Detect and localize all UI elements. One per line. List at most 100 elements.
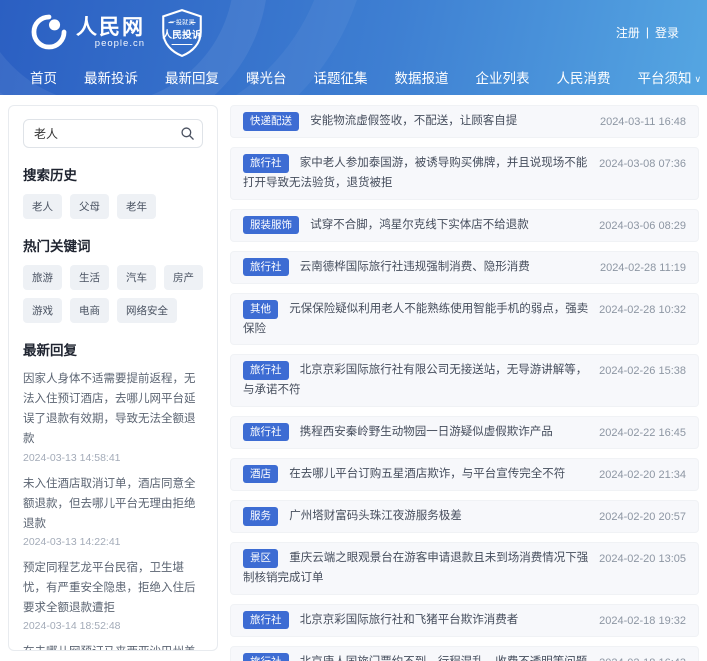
- category-badge: 旅行社: [243, 154, 289, 173]
- search-history-tag[interactable]: 老人: [23, 194, 62, 219]
- hot-keyword-tag[interactable]: 生活: [70, 265, 109, 290]
- category-badge: 旅行社: [243, 361, 289, 380]
- hot-keyword-tags: 旅游 生活 汽车 房产游戏 电商 网络安全: [23, 265, 203, 323]
- complaint-row[interactable]: 2024-02-20 13:05 景区 重庆云端之眼观景台在游客申请退款且未到场…: [230, 542, 699, 595]
- complaint-row[interactable]: 2024-02-18 16:43 旅行社 北京唐人国旅门票约不到、行程混乱、收费…: [230, 645, 699, 661]
- complaint-title[interactable]: 试穿不合脚，鸿星尔克线下实体店不给退款: [310, 219, 529, 231]
- complaint-date: 2024-02-20 13:05: [599, 553, 686, 566]
- nav-data-report[interactable]: 数据报道: [395, 67, 449, 87]
- reply-item[interactable]: 未入住酒店取消订单，酒店同意全额退款，但去哪儿平台无理由拒绝退款 2024-03…: [23, 474, 203, 548]
- auth-links: 注册 | 登录: [616, 24, 679, 41]
- sidebar: 搜索历史 老人父母老年 热门关键词 旅游生活汽车房产游戏电商网络安全 最新回复 …: [8, 105, 218, 651]
- shield-title-text: 人民投诉: [162, 28, 202, 41]
- complaint-row[interactable]: 2024-02-26 15:38 旅行社 北京京彩国际旅行社有限公司无接送站，无…: [230, 354, 699, 407]
- search-history-tag[interactable]: 父母: [70, 194, 109, 219]
- hot-keyword-tag[interactable]: 汽车: [117, 265, 156, 290]
- reply-item[interactable]: 因家人身体不适需要提前返程，无法入住预订酒店，去哪儿网平台延误了退款有效期，导致…: [23, 369, 203, 464]
- complaint-row[interactable]: 2024-02-22 16:45 旅行社 携程西安秦岭野生动物园一日游疑似虚假欺…: [230, 415, 699, 449]
- reply-item[interactable]: 预定同程艺龙平台民宿，卫生堪忧，有严重安全隐患，拒绝入住后要求全额退款遭拒 20…: [23, 558, 203, 632]
- category-badge: 旅行社: [243, 257, 289, 277]
- complaint-date: 2024-02-28 10:32: [599, 304, 686, 316]
- people-cn-logo-icon[interactable]: [30, 13, 68, 51]
- nav-platform-notice[interactable]: 平台须知 ∨: [638, 67, 702, 87]
- people-cn-logo-text[interactable]: 人民网 people.cn: [76, 16, 145, 49]
- reply-date: 2024-03-13 14:22:41: [23, 535, 121, 548]
- complaint-date: 2024-02-18 19:32: [599, 614, 686, 627]
- shield-slogan-text: 一投就灵: [170, 18, 196, 27]
- nav-company-list[interactable]: 企业列表: [476, 67, 530, 87]
- header-top-row: 人民网 people.cn 一投就灵 人民投诉 注册 | 登录: [0, 0, 707, 60]
- category-badge: 旅行社: [243, 652, 289, 661]
- hot-keyword-tag[interactable]: 网络安全: [117, 298, 177, 323]
- complaint-row[interactable]: 2024-02-18 19:32 旅行社 北京京彩国际旅行社和飞猪平台欺诈消费者: [230, 603, 699, 637]
- complaint-date: 2024-02-22 16:45: [599, 426, 686, 439]
- category-badge: 其他: [243, 300, 278, 319]
- complaint-row[interactable]: 2024-03-08 07:36 旅行社 家中老人参加泰国游，被诱导购买佛牌，并…: [230, 147, 699, 200]
- complaint-date: 2024-02-20 20:57: [599, 511, 686, 523]
- latest-replies-list: 因家人身体不适需要提前返程，无法入住预订酒店，去哪儿网平台延误了退款有效期，导致…: [23, 369, 203, 650]
- category-badge: 旅行社: [243, 422, 289, 442]
- complaint-title[interactable]: 北京唐人国旅门票约不到、行程混乱、收费不透明等问题: [300, 656, 588, 661]
- complaint-date: 2024-03-08 07:36: [599, 158, 686, 171]
- complaint-title[interactable]: 云南德桦国际旅行社违规强制消费、隐形消费: [300, 261, 530, 273]
- main-nav: 首页 最新投诉 最新回复 曝光台 话题征集 数据报道 企业列表 人民消费 平台须…: [0, 60, 707, 93]
- category-badge: 景区: [243, 549, 278, 568]
- latest-replies-title: 最新回复: [23, 343, 77, 358]
- category-badge: 服装服饰: [243, 215, 299, 235]
- complaint-row[interactable]: 2024-03-11 16:48 快递配送 安能物流虚假签收，不配送，让顾客自提: [230, 105, 699, 139]
- complaint-title[interactable]: 家中老人参加泰国游，被诱导购买佛牌，并且说现场不能打开导致无法验货，退货被拒: [243, 157, 587, 189]
- nav-exposure[interactable]: 曝光台: [246, 67, 287, 87]
- search-history-tags: 老人 父母 老年: [23, 194, 203, 219]
- complaint-date: 2024-02-18 16:43: [599, 654, 686, 661]
- hot-keyword-tag[interactable]: 游戏: [23, 298, 62, 323]
- complaint-row[interactable]: 2024-02-20 20:57 服务 广州塔财富码头珠江夜游服务极差: [230, 500, 699, 534]
- complaint-row[interactable]: 2024-02-20 21:34 酒店 在去哪儿平台订购五星酒店欺诈，与平台宣传…: [230, 457, 699, 491]
- complaint-date: 2024-02-28 11:19: [599, 261, 686, 274]
- hot-keywords-title: 热门关键词: [23, 239, 91, 254]
- category-badge: 酒店: [243, 464, 278, 484]
- nav-home[interactable]: 首页: [30, 67, 57, 87]
- login-link[interactable]: 登录: [655, 24, 679, 41]
- category-badge: 快递配送: [243, 112, 299, 131]
- reply-item[interactable]: 在去哪儿网预订马来西亚沙巴州美人鱼岛JSK度假村一晚行程，孩子发烧无法登岛，并且…: [23, 642, 203, 650]
- reply-text: 在去哪儿网预订马来西亚沙巴州美人鱼岛JSK度假村一晚行程，孩子发烧无法登岛，并且…: [23, 642, 203, 650]
- complaint-title[interactable]: 重庆云端之眼观景台在游客申请退款且未到场消费情况下强制核销完成订单: [243, 552, 588, 584]
- people-complaints-shield-badge[interactable]: 一投就灵 人民投诉: [159, 8, 205, 58]
- category-badge: 服务: [243, 507, 278, 526]
- reply-text: 预定同程艺龙平台民宿，卫生堪忧，有严重安全隐患，拒绝入住后要求全额退款遭拒: [23, 561, 196, 615]
- nav-platform-notice-label: 平台须知: [637, 70, 692, 86]
- complaint-title[interactable]: 在去哪儿平台订购五星酒店欺诈，与平台宣传完全不符: [289, 468, 565, 480]
- hot-keyword-tag[interactable]: 旅游: [23, 265, 62, 290]
- complaint-row[interactable]: 2024-03-06 08:29 服装服饰 试穿不合脚，鸿星尔克线下实体店不给退…: [230, 208, 699, 242]
- search-input[interactable]: [23, 119, 203, 148]
- search-box: [23, 119, 203, 148]
- complaint-date: 2024-02-26 15:38: [599, 365, 686, 378]
- complaint-title[interactable]: 携程西安秦岭野生动物园一日游疑似虚假欺诈产品: [300, 426, 553, 438]
- search-history-tag[interactable]: 老年: [117, 194, 156, 219]
- complaint-title[interactable]: 广州塔财富码头珠江夜游服务极差: [289, 510, 462, 522]
- complaint-row[interactable]: 2024-02-28 10:32 其他 元保保险疑似利用老人不能熟练使用智能手机…: [230, 293, 699, 346]
- page-body: 搜索历史 老人父母老年 热门关键词 旅游生活汽车房产游戏电商网络安全 最新回复 …: [0, 95, 707, 661]
- complaint-row[interactable]: 2024-02-28 11:19 旅行社 云南德桦国际旅行社违规强制消费、隐形消…: [230, 250, 699, 284]
- search-icon[interactable]: [180, 126, 195, 141]
- logo-cn-text: 人民网: [76, 13, 145, 39]
- complaint-list: 2024-03-11 16:48 快递配送 安能物流虚假签收，不配送，让顾客自提…: [230, 105, 699, 661]
- reply-date: 2024-03-13 14:58:41: [23, 451, 121, 464]
- site-header: 人民网 people.cn 一投就灵 人民投诉 注册 | 登录 首页 最新投诉 …: [0, 0, 707, 95]
- category-badge: 旅行社: [243, 610, 289, 630]
- complaint-title[interactable]: 安能物流虚假签收，不配送，让顾客自提: [310, 115, 517, 127]
- complaint-title[interactable]: 元保保险疑似利用老人不能熟练使用智能手机的弱点，强卖保险: [243, 303, 588, 335]
- hot-keyword-tag[interactable]: 电商: [70, 298, 109, 323]
- nav-latest-replies[interactable]: 最新回复: [165, 67, 219, 87]
- complaint-title[interactable]: 北京京彩国际旅行社有限公司无接送站，无导游讲解等，与承诺不符: [243, 364, 587, 396]
- chevron-down-icon: ∨: [694, 73, 702, 84]
- reply-text: 因家人身体不适需要提前返程，无法入住预订酒店，去哪儿网平台延误了退款有效期，导致…: [23, 373, 196, 446]
- register-link[interactable]: 注册: [616, 24, 640, 41]
- nav-latest-complaints[interactable]: 最新投诉: [84, 67, 138, 87]
- nav-people-consumption[interactable]: 人民消费: [557, 67, 611, 87]
- hot-keyword-tag[interactable]: 房产: [164, 265, 203, 290]
- reply-text: 未入住酒店取消订单，酒店同意全额退款，但去哪儿平台无理由拒绝退款: [23, 477, 196, 530]
- complaint-date: 2024-03-06 08:29: [599, 219, 686, 232]
- complaint-title[interactable]: 北京京彩国际旅行社和飞猪平台欺诈消费者: [300, 614, 519, 626]
- nav-topic-collection[interactable]: 话题征集: [314, 67, 368, 87]
